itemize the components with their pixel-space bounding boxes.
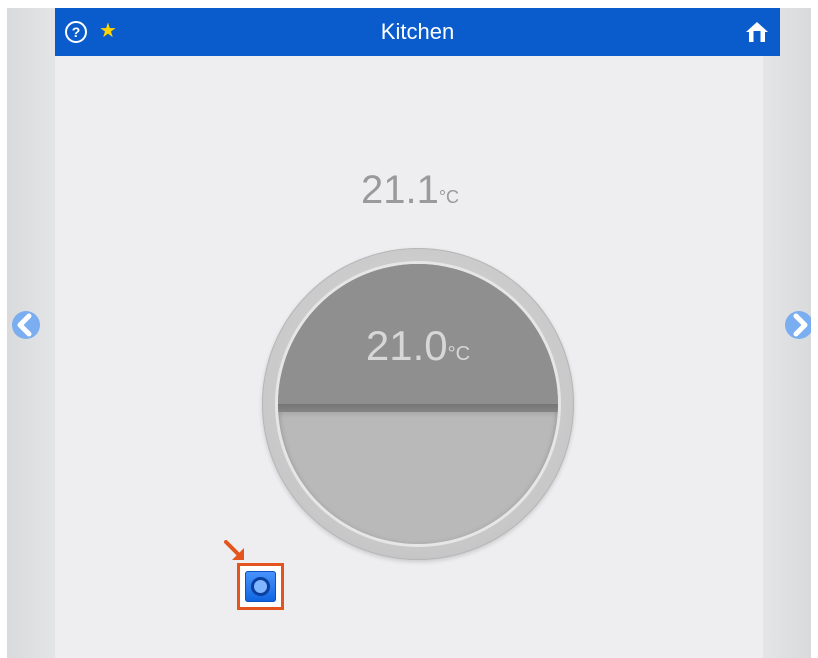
thermostat-dial-face: 21.0°C: [278, 264, 558, 544]
next-room-button[interactable]: [784, 306, 811, 344]
question-circle-icon: ?: [71, 24, 81, 40]
ring-icon: [251, 577, 270, 596]
favorite-button[interactable]: ★: [96, 19, 120, 43]
chevron-left-circle-icon: [12, 311, 40, 339]
previous-room-button[interactable]: [7, 306, 41, 344]
set-temperature-value: 21.0: [365, 322, 448, 369]
help-button[interactable]: ?: [65, 21, 87, 43]
home-icon: [746, 22, 768, 42]
mode-button[interactable]: [245, 571, 276, 602]
setpoint-divider: [278, 404, 558, 418]
current-temperature-unit: °C: [438, 187, 460, 207]
set-temperature-unit: °C: [447, 343, 471, 365]
home-button[interactable]: [744, 20, 770, 44]
current-temperature-value: 21.1: [360, 168, 439, 212]
mode-button-highlight[interactable]: [237, 563, 284, 610]
star-icon: ★: [99, 20, 117, 42]
set-temperature: 21.0°C: [278, 322, 558, 370]
page-title: Kitchen: [380, 19, 455, 44]
header-bar: ? ★ Kitchen: [55, 8, 780, 56]
chevron-right-circle-icon: [785, 311, 811, 339]
current-temperature: 21.1°C: [310, 168, 510, 213]
thermostat-dial[interactable]: 21.0°C: [262, 248, 574, 560]
